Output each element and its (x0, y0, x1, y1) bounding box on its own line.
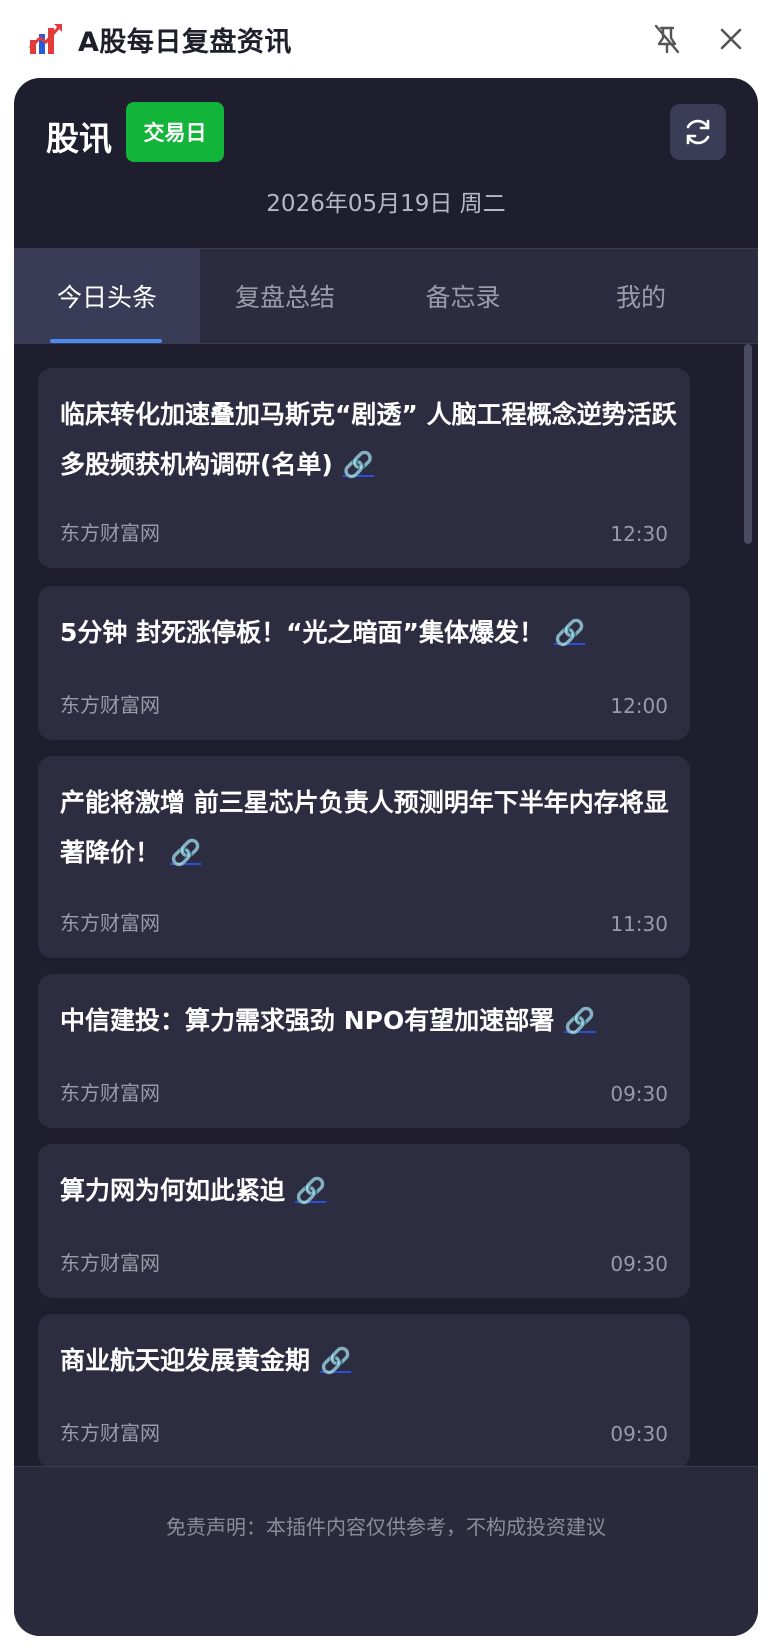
tab-bar: 今日头条 复盘总结 备忘录 我的 (14, 248, 758, 344)
tab-label: 备忘录 (425, 283, 501, 312)
tab-label: 我的 (615, 283, 666, 312)
tab-memo[interactable]: 备忘录 (370, 249, 556, 343)
news-card[interactable]: 算力网为何如此紧迫 🔗 东方财富网 09:30 (38, 1144, 690, 1298)
link-icon[interactable]: 🔗 (554, 608, 585, 658)
news-title-text[interactable]: 算力网为何如此紧迫 (60, 1176, 285, 1205)
refresh-button[interactable] (670, 104, 726, 160)
tab-mine[interactable]: 我的 (548, 249, 734, 343)
news-source: 东方财富网 (60, 521, 160, 545)
stock-chart-icon (28, 24, 62, 54)
news-title[interactable]: 中信建投：算力需求强劲 NPO有望加速部署 🔗 (60, 996, 680, 1046)
disclaimer-text: 免责声明：本插件内容仅供参考，不构成投资建议 (166, 1515, 606, 1539)
news-title[interactable]: 5分钟 封死涨停板！“光之暗面”集体爆发！ 🔗 (60, 608, 680, 658)
news-title[interactable]: 商业航天迎发展黄金期 🔗 (60, 1336, 680, 1386)
news-time: 09:30 (610, 1422, 668, 1446)
link-icon[interactable]: 🔗 (295, 1166, 326, 1216)
app-title: A股每日复盘资讯 (78, 27, 292, 58)
news-title[interactable]: 临床转化加速叠加马斯克“剧透” 人脑工程概念逆势活跃 多股频获机构调研(名单) 🔗 (60, 390, 680, 490)
news-source: 东方财富网 (60, 1081, 160, 1105)
tab-today-headlines[interactable]: 今日头条 (14, 249, 200, 343)
link-icon[interactable]: 🔗 (343, 440, 374, 490)
brand-title: 股讯 (46, 119, 112, 158)
news-source: 东方财富网 (60, 1421, 160, 1445)
news-title[interactable]: 算力网为何如此紧迫 🔗 (60, 1166, 680, 1216)
tab-label: 复盘总结 (234, 283, 335, 312)
news-source: 东方财富网 (60, 1251, 160, 1275)
close-icon[interactable] (714, 22, 748, 56)
active-tab-indicator (50, 339, 162, 343)
link-icon[interactable]: 🔗 (564, 996, 595, 1046)
news-card[interactable]: 产能将激增 前三星芯片负责人预测明年下半年内存将显著降价！ 🔗 东方财富网 11:… (38, 756, 690, 958)
scrollbar-thumb[interactable] (744, 344, 752, 544)
news-title-text[interactable]: 商业航天迎发展黄金期 (60, 1346, 310, 1375)
news-time: 11:30 (610, 912, 668, 936)
tab-review-summary[interactable]: 复盘总结 (192, 249, 378, 343)
news-card[interactable]: 临床转化加速叠加马斯克“剧透” 人脑工程概念逆势活跃 多股频获机构调研(名单) 🔗… (38, 368, 690, 568)
news-source: 东方财富网 (60, 693, 160, 717)
news-card[interactable]: 商业航天迎发展黄金期 🔗 东方财富网 09:30 (38, 1314, 690, 1468)
link-icon[interactable]: 🔗 (170, 828, 201, 878)
trading-day-badge: 交易日 (126, 102, 224, 162)
main-panel: 股讯 交易日 2026年05月19日 周二 今日头条 复盘总结 备忘录 我的 临… (14, 78, 758, 1636)
date-display: 2026年05月19日 周二 (266, 191, 506, 217)
news-title-text[interactable]: 5分钟 封死涨停板！“光之暗面”集体爆发！ (60, 618, 544, 647)
refresh-icon (686, 119, 710, 145)
news-title-text[interactable]: 产能将激增 前三星芯片负责人预测明年下半年内存将显著降价！ (60, 788, 669, 867)
news-title[interactable]: 产能将激增 前三星芯片负责人预测明年下半年内存将显著降价！ 🔗 (60, 778, 680, 878)
tab-label: 今日头条 (56, 283, 157, 312)
news-time: 09:30 (610, 1252, 668, 1276)
title-bar: A股每日复盘资讯 (0, 0, 770, 78)
news-time: 12:30 (610, 522, 668, 546)
unpin-icon[interactable] (650, 22, 684, 56)
news-title-text[interactable]: 中信建投：算力需求强劲 NPO有望加速部署 (60, 1006, 554, 1035)
news-card[interactable]: 中信建投：算力需求强劲 NPO有望加速部署 🔗 东方财富网 09:30 (38, 974, 690, 1128)
news-card[interactable]: 5分钟 封死涨停板！“光之暗面”集体爆发！ 🔗 东方财富网 12:00 (38, 586, 690, 740)
link-icon[interactable]: 🔗 (320, 1336, 351, 1386)
news-feed[interactable]: 临床转化加速叠加马斯克“剧透” 人脑工程概念逆势活跃 多股频获机构调研(名单) 🔗… (14, 344, 758, 1628)
news-source: 东方财富网 (60, 911, 160, 935)
header: 股讯 交易日 2026年05月19日 周二 (14, 78, 758, 248)
news-time: 09:30 (610, 1082, 668, 1106)
news-time: 12:00 (610, 694, 668, 718)
footer: 免责声明：本插件内容仅供参考，不构成投资建议 (14, 1466, 758, 1636)
